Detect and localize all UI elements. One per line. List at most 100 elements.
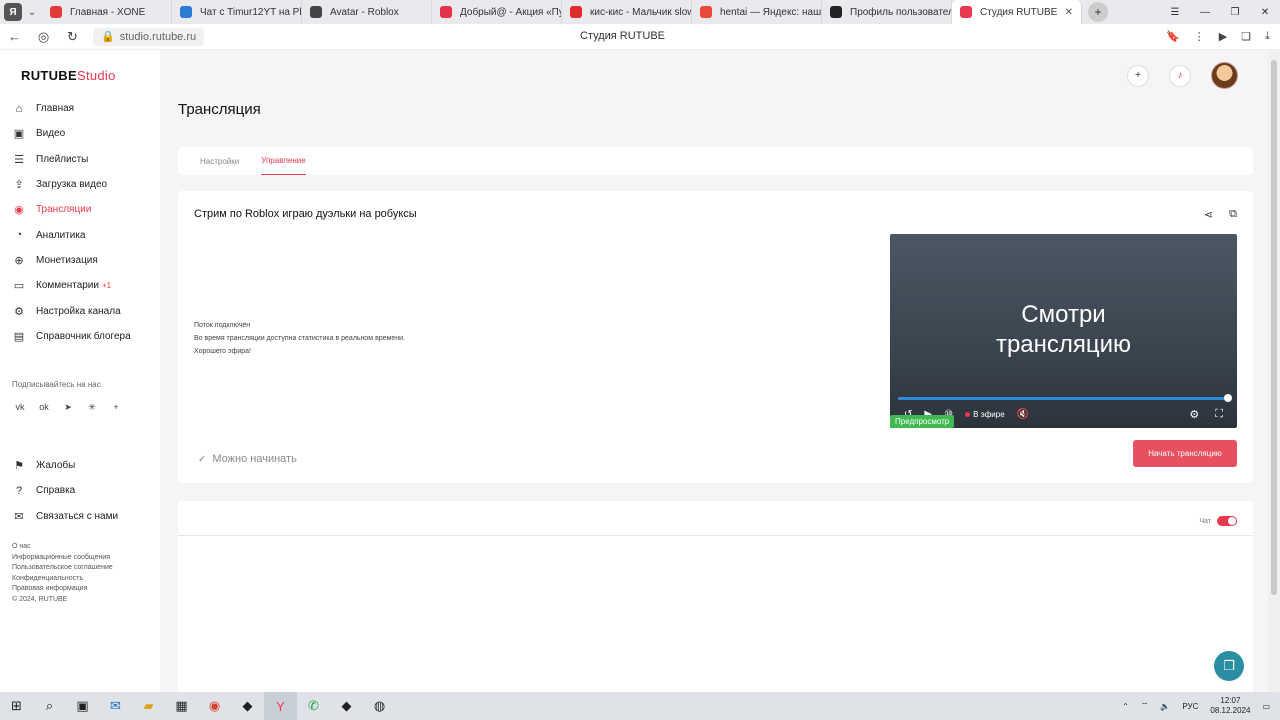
broadcast-icon: ◉: [14, 204, 24, 217]
calculator-icon[interactable]: ▦: [165, 692, 198, 720]
sidebar-secondary-item[interactable]: ✉ Связаться с нами: [12, 504, 118, 529]
sidebar-item-label: Аналитика: [36, 229, 86, 241]
volume-icon[interactable]: 🔈: [1160, 702, 1170, 711]
sidebar-item[interactable]: ▭ Комментарии +1: [12, 273, 131, 298]
sidebar-secondary-item[interactable]: ? Справка: [12, 478, 118, 503]
vk-icon[interactable]: vk: [12, 399, 28, 415]
url-field[interactable]: 🔒 studio.rutube.ru: [93, 27, 205, 46]
player-progress-knob[interactable]: [1224, 394, 1232, 402]
notifications-center-icon[interactable]: ▭: [1262, 702, 1270, 711]
mute-icon[interactable]: 🔇: [1017, 409, 1029, 420]
browser-tab[interactable]: Чат с Timur12YT на Playe: [172, 0, 302, 24]
restore-icon[interactable]: ❐: [1220, 7, 1250, 18]
scrollbar-thumb[interactable]: [1271, 60, 1277, 595]
preview-player[interactable]: Смотри трансляцию ↺ ▶ ⑩ В эфире 🔇 ⚙ ⛶: [890, 234, 1237, 428]
player-text-line2: трансляцию: [995, 331, 1132, 358]
explorer-icon[interactable]: ▰: [132, 692, 165, 720]
sidebar-item-label: Связаться с нами: [36, 510, 119, 522]
browser-tab[interactable]: Avatar - Roblox: [302, 0, 432, 24]
browser-tab[interactable]: Студия RUTUBE ✕: [952, 0, 1082, 24]
search-icon[interactable]: ⌕: [33, 692, 66, 720]
avatar[interactable]: [1211, 62, 1238, 89]
plus-icon[interactable]: +: [108, 399, 124, 415]
close-tab-icon[interactable]: ✕: [1065, 7, 1073, 18]
network-icon[interactable]: ⌔: [1141, 701, 1149, 711]
status-line: Поток подключён: [194, 322, 251, 329]
notifications-icon[interactable]: ♪: [1169, 64, 1191, 87]
language-indicator[interactable]: РУС: [1182, 702, 1198, 711]
yandex-browser-icon[interactable]: Y: [264, 692, 297, 720]
tab-label: Студия RUTUBE: [980, 6, 1058, 18]
roblox-studio-icon[interactable]: ◆: [330, 692, 363, 720]
chat-toggle-switch[interactable]: [1217, 516, 1237, 526]
browser-tab[interactable]: Добрый@ - Акция «Пуст: [432, 0, 562, 24]
browser-tab[interactable]: Профиль пользователя: [822, 0, 952, 24]
sidebar-item[interactable]: ☰ Плейлисты: [12, 147, 131, 172]
lock-icon: 🔒: [101, 31, 115, 43]
sidebar-item[interactable]: ◔ Аналитика: [12, 222, 131, 247]
page-scrollbar[interactable]: [1268, 50, 1280, 692]
whatsapp-icon[interactable]: ✆: [297, 692, 330, 720]
fullscreen-icon[interactable]: ⛶: [1215, 408, 1223, 421]
sidebar-item-label: Настройка канала: [36, 305, 121, 317]
help-icon: ?: [15, 484, 23, 497]
dzen-icon[interactable]: ✳: [84, 399, 100, 415]
sidebar-item[interactable]: ▣ Видео: [12, 121, 131, 146]
sidebar-item[interactable]: ◉ Трансляции: [12, 197, 131, 222]
telegram-icon[interactable]: ➤: [60, 399, 76, 415]
support-chat-button[interactable]: ❐: [1214, 651, 1244, 681]
clock[interactable]: 12:07 08.12.2024: [1210, 696, 1250, 716]
page-tab[interactable]: Настройки: [200, 147, 239, 175]
open-external-icon[interactable]: ⧉: [1229, 208, 1237, 221]
footer-link[interactable]: Конфиденциальность: [12, 574, 113, 585]
browser-tab[interactable]: кис-кис - Мальчик slowe: [562, 0, 692, 24]
tray-expand-icon[interactable]: ⌃: [1122, 702, 1129, 711]
footer-link[interactable]: Правовая информация: [12, 584, 113, 595]
stream-card: Стрим по Roblox играю дуэльки на робуксы…: [178, 191, 1253, 483]
sidebar-item[interactable]: ⌂ Главная: [12, 96, 131, 121]
back-icon[interactable]: ←: [0, 29, 29, 44]
collections-icon[interactable]: ❏: [1241, 30, 1251, 43]
start-icon[interactable]: ⊞: [0, 692, 33, 720]
footer-link[interactable]: Информационные сообщения: [12, 553, 113, 564]
minimize-icon[interactable]: —: [1190, 7, 1220, 18]
share-icon[interactable]: ⋖: [1204, 208, 1213, 221]
player-progress[interactable]: [898, 394, 1232, 402]
bookmark-icon[interactable]: 🔖: [1166, 30, 1180, 43]
rutube-studio-logo[interactable]: RUTUBEStudio: [21, 68, 116, 83]
chrome-icon[interactable]: ◉: [198, 692, 231, 720]
obs-icon[interactable]: ◍: [363, 692, 396, 720]
sidebar-item[interactable]: ⚙ Настройка канала: [12, 298, 131, 323]
browser-menu-icon[interactable]: Я: [4, 3, 22, 21]
sidebar-item-label: Жалобы: [36, 460, 76, 472]
more-icon[interactable]: ⋮: [1194, 30, 1205, 43]
protect-icon[interactable]: ◎: [29, 29, 58, 45]
mail-app-icon[interactable]: ✉: [99, 692, 132, 720]
download-icon[interactable]: ⤓: [1265, 30, 1270, 43]
ok-icon[interactable]: ok: [36, 399, 52, 415]
close-window-icon[interactable]: ✕: [1250, 7, 1280, 18]
tab-favicon-icon: [700, 6, 712, 18]
playlist-icon: ☰: [14, 153, 24, 166]
browser-tab[interactable]: Главная - XONE: [42, 0, 172, 24]
media-icon[interactable]: ▶: [1219, 30, 1227, 43]
sidebar-item[interactable]: ⇪ Загрузка видео: [12, 172, 131, 197]
footer-link[interactable]: Пользовательское соглашение: [12, 563, 113, 574]
footer-link[interactable]: О нас: [12, 542, 113, 553]
task-view-icon[interactable]: ▣: [66, 692, 99, 720]
social-links: vk ok ➤ ✳ +: [12, 399, 124, 415]
reload-icon[interactable]: ↻: [58, 29, 87, 45]
sidebar-item[interactable]: ▤ Справочник блогера: [12, 324, 131, 349]
tabs-dropdown-icon[interactable]: ⌄: [22, 2, 42, 22]
sidebar-item[interactable]: ⊕ Монетизация: [12, 248, 131, 273]
browser-tab[interactable]: hentai — Яндекс: нашлось: [692, 0, 822, 24]
roblox-icon[interactable]: ◆: [231, 692, 264, 720]
start-stream-button[interactable]: Начать трансляцию: [1133, 440, 1237, 467]
player-settings-icon[interactable]: ⚙: [1189, 408, 1199, 421]
tabs-menu-icon[interactable]: ☰: [1160, 7, 1190, 18]
upload-icon[interactable]: +: [1127, 64, 1149, 87]
page-tab[interactable]: Управление: [261, 147, 306, 175]
new-tab-button[interactable]: +: [1088, 2, 1108, 22]
sidebar-item-label: Монетизация: [36, 254, 98, 266]
sidebar-secondary-item[interactable]: ⚑ Жалобы: [12, 453, 118, 478]
